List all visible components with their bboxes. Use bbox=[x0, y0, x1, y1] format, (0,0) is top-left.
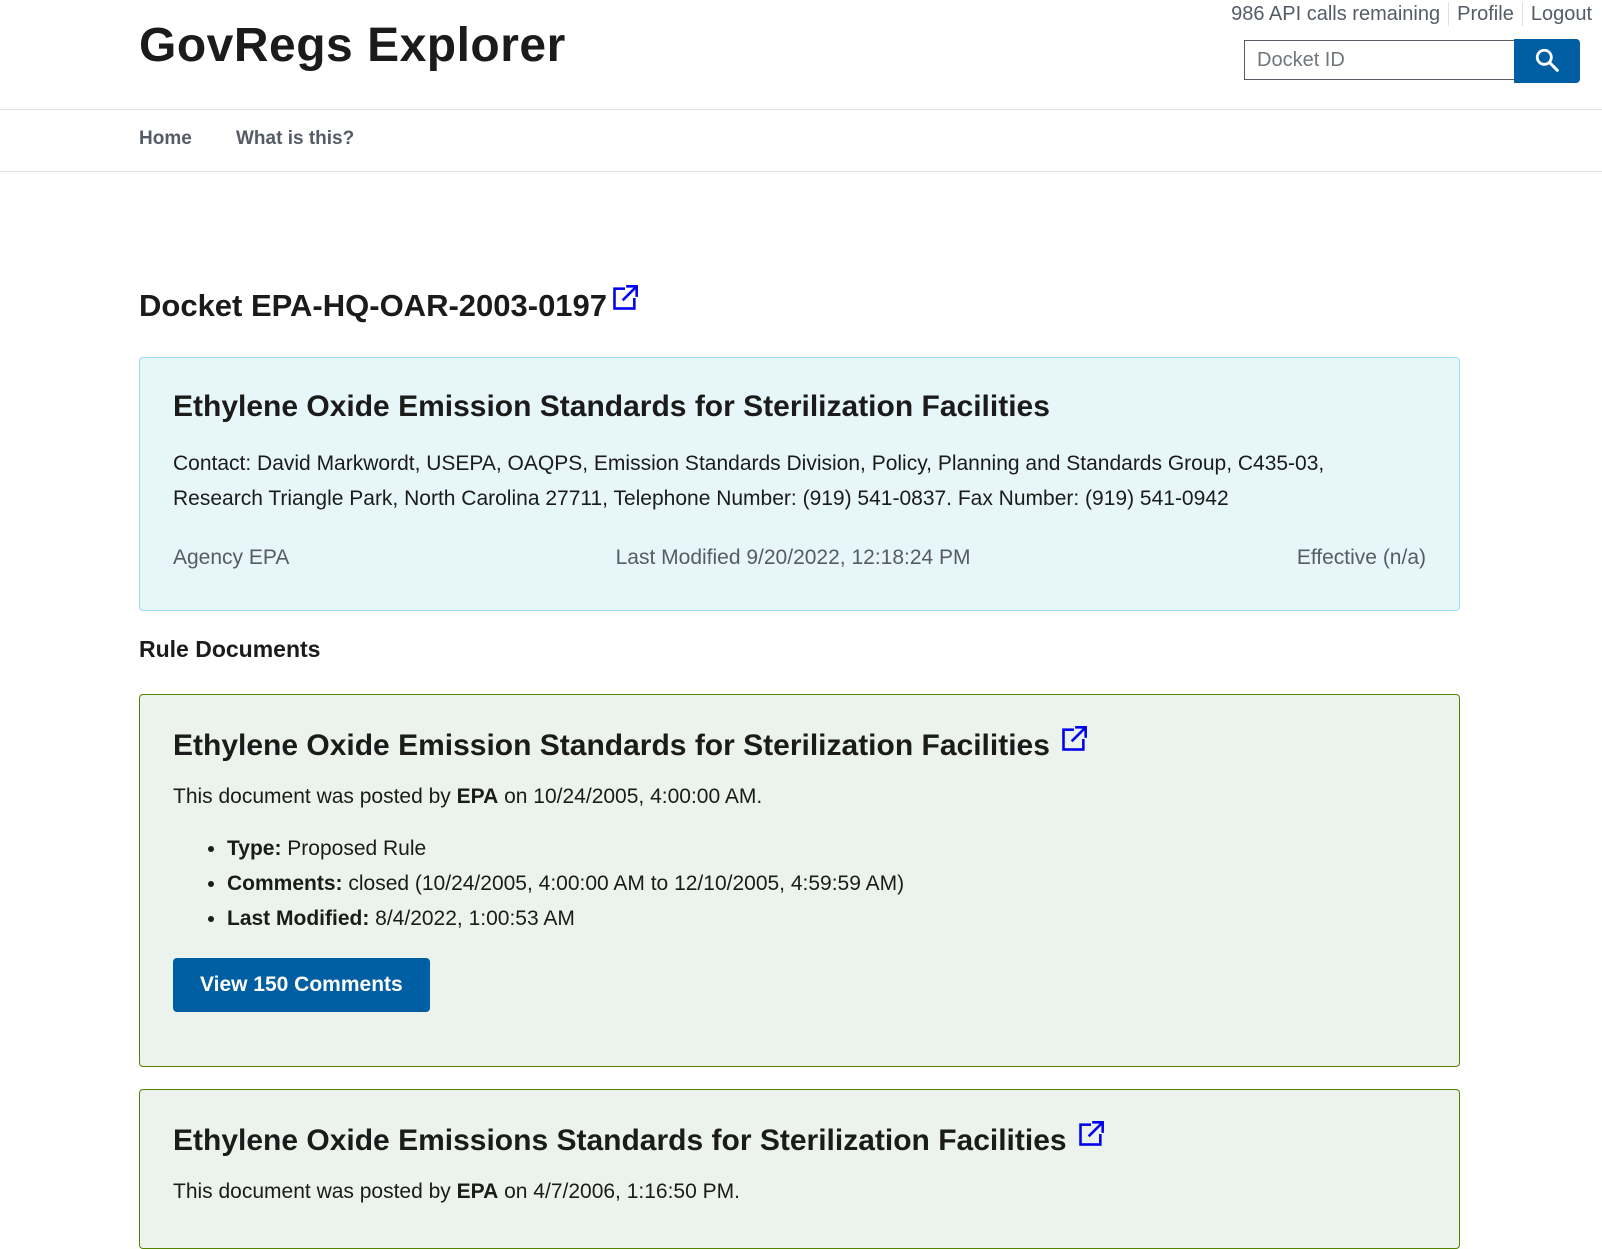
docket-heading: Docket EPA-HQ-OAR-2003-0197 bbox=[139, 285, 639, 324]
posted-date: on 10/24/2005, 4:00:00 AM. bbox=[498, 785, 763, 808]
rule-document-title-text: Ethylene Oxide Emission Standards for St… bbox=[173, 729, 1050, 762]
view-comments-button[interactable]: View 150 Comments bbox=[173, 958, 430, 1012]
docket-summary-card: Ethylene Oxide Emission Standards for St… bbox=[139, 357, 1460, 611]
nav-item-home[interactable]: Home bbox=[139, 128, 192, 150]
logout-link[interactable]: Logout bbox=[1531, 3, 1592, 26]
external-link-icon[interactable] bbox=[611, 284, 639, 312]
docket-contact: Contact: David Markwordt, USEPA, OAQPS, … bbox=[173, 452, 1325, 510]
docket-heading-text: Docket EPA-HQ-OAR-2003-0197 bbox=[139, 288, 608, 323]
external-link-icon[interactable] bbox=[1060, 725, 1088, 753]
docket-search-form bbox=[1244, 39, 1580, 83]
modified-label: Last Modified: bbox=[227, 907, 370, 930]
docket-title: Ethylene Oxide Emission Standards for St… bbox=[173, 390, 1050, 423]
docket-effective: Effective (n/a) bbox=[1296, 546, 1426, 569]
rule-documents-heading: Rule Documents bbox=[139, 636, 321, 662]
posted-prefix: This document was posted by bbox=[173, 1180, 457, 1203]
docket-id-input[interactable] bbox=[1244, 40, 1514, 80]
rule-document-details: Type: Proposed Rule Comments: closed (10… bbox=[173, 831, 1426, 936]
api-calls-remaining: 986 API calls remaining bbox=[1231, 2, 1441, 25]
posted-agency: EPA bbox=[456, 785, 499, 808]
list-item: Comments: closed (10/24/2005, 4:00:00 AM… bbox=[227, 866, 1426, 901]
posted-date: on 4/7/2006, 1:16:50 PM. bbox=[498, 1180, 740, 1203]
utility-bar: 986 API calls remaining Profile Logout bbox=[1231, 2, 1592, 26]
nav-item-what-is-this[interactable]: What is this? bbox=[236, 128, 354, 150]
divider bbox=[1448, 2, 1450, 26]
type-label: Type: bbox=[227, 837, 282, 860]
site-header: GovRegs Explorer 986 API calls remaining… bbox=[0, 0, 1602, 110]
docket-last-modified: Last Modified 9/20/2022, 12:18:24 PM bbox=[615, 546, 971, 569]
divider bbox=[1521, 2, 1523, 26]
profile-link[interactable]: Profile bbox=[1457, 3, 1514, 26]
rule-document-title: Ethylene Oxide Emission Standards for St… bbox=[173, 726, 1426, 763]
list-item: Last Modified: 8/4/2022, 1:00:53 AM bbox=[227, 901, 1426, 936]
external-link-icon[interactable] bbox=[1077, 1120, 1105, 1148]
site-title[interactable]: GovRegs Explorer bbox=[139, 18, 566, 73]
docket-meta: Agency EPA Last Modified 9/20/2022, 12:1… bbox=[173, 546, 1426, 570]
posted-agency: EPA bbox=[456, 1180, 499, 1203]
type-value: Proposed Rule bbox=[281, 837, 427, 860]
rule-document-title-text: Ethylene Oxide Emissions Standards for S… bbox=[173, 1124, 1067, 1157]
docket-agency: Agency EPA bbox=[173, 546, 290, 569]
rule-document-posted: This document was posted by EPA on 10/24… bbox=[173, 785, 1426, 809]
search-icon bbox=[1534, 47, 1560, 76]
comments-value: closed (10/24/2005, 4:00:00 AM to 12/10/… bbox=[342, 872, 905, 895]
comments-label: Comments: bbox=[227, 872, 343, 895]
rule-document-title: Ethylene Oxide Emissions Standards for S… bbox=[173, 1121, 1426, 1158]
rule-document-card: Ethylene Oxide Emission Standards for St… bbox=[139, 694, 1460, 1067]
primary-nav: Home What is this? bbox=[0, 110, 1602, 172]
rule-document-card: Ethylene Oxide Emissions Standards for S… bbox=[139, 1089, 1460, 1249]
rule-document-posted: This document was posted by EPA on 4/7/2… bbox=[173, 1180, 1426, 1204]
list-item: Type: Proposed Rule bbox=[227, 831, 1426, 866]
posted-prefix: This document was posted by bbox=[173, 785, 457, 808]
modified-value: 8/4/2022, 1:00:53 AM bbox=[369, 907, 575, 930]
search-button[interactable] bbox=[1514, 39, 1580, 83]
